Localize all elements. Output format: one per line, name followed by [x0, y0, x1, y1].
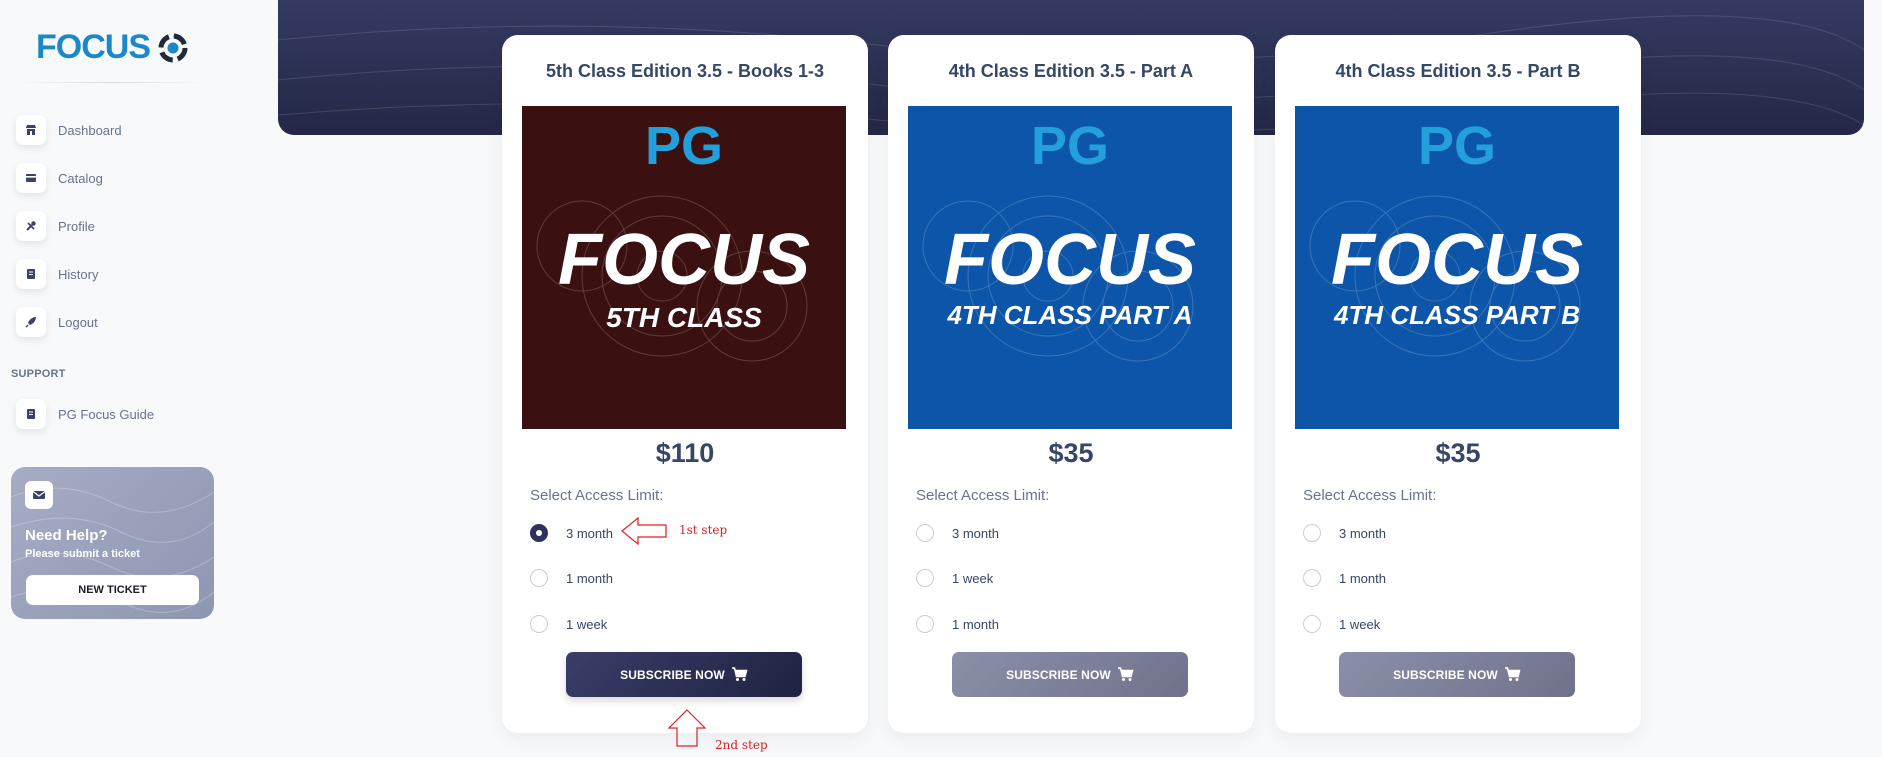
- tools-icon: [16, 211, 46, 241]
- need-help-card: Need Help? Please submit a ticket NEW TI…: [11, 467, 214, 619]
- sidebar-item-label: History: [58, 266, 99, 282]
- cover-art: PG FOCUS 4TH CLASS PART A: [908, 106, 1232, 429]
- button-label: SUBSCRIBE NOW: [1006, 667, 1111, 682]
- credit-card-icon: [16, 163, 46, 193]
- button-label: SUBSCRIBE NOW: [1393, 667, 1498, 682]
- option-label: 3 month: [1339, 525, 1386, 541]
- rocket-icon: [16, 307, 46, 337]
- subscribe-now-button[interactable]: SUBSCRIBE NOW: [1339, 652, 1575, 697]
- product-card-4th-class-part-b: 4th Class Edition 3.5 - Part B PG FOCUS …: [1275, 35, 1641, 733]
- price: $110: [655, 438, 715, 468]
- option-label: 1 month: [566, 570, 613, 586]
- radio-button[interactable]: [530, 569, 548, 587]
- annotation-step-2: 2nd step: [715, 738, 768, 752]
- document-icon: [16, 399, 46, 429]
- sidebar-item-dashboard[interactable]: Dashboard: [16, 106, 216, 154]
- price: $35: [1048, 438, 1094, 468]
- access-option-3-month[interactable]: 3 month: [916, 524, 999, 542]
- access-option-1-month[interactable]: 1 month: [1303, 569, 1386, 587]
- envelope-icon: [25, 481, 53, 509]
- cover-line: 4TH CLASS PART B: [1333, 300, 1580, 330]
- sidebar-nav: Dashboard Catalog Profile History Logout: [16, 106, 216, 346]
- access-option-1-week[interactable]: 1 week: [530, 615, 607, 633]
- cart-icon: [1117, 667, 1134, 681]
- cover-word: FOCUS: [944, 220, 1196, 300]
- access-option-3-month[interactable]: 3 month: [530, 524, 613, 542]
- access-option-1-month[interactable]: 1 month: [916, 615, 999, 633]
- sidebar-item-label: PG Focus Guide: [58, 406, 155, 422]
- option-label: 3 month: [952, 525, 999, 541]
- help-subtitle: Please submit a ticket: [25, 548, 140, 560]
- focus-logo-icon: [158, 33, 188, 62]
- option-label: 1 week: [566, 616, 608, 632]
- option-label: 1 week: [1339, 616, 1381, 632]
- cover-line: 4TH CLASS PART A: [946, 300, 1192, 330]
- product-cover-image[interactable]: PG FOCUS 5TH CLASS: [522, 106, 846, 429]
- card-title: 5th Class Edition 3.5 - Books 1-3: [545, 61, 825, 81]
- left-arrow-annotation-icon: [621, 516, 667, 546]
- price: $35: [1435, 438, 1481, 468]
- cover-line: 5TH CLASS: [606, 302, 762, 333]
- access-limit-label: Select Access Limit:: [916, 487, 1050, 504]
- access-option-1-week[interactable]: 1 week: [916, 569, 993, 587]
- product-card-5th-class: 5th Class Edition 3.5 - Books 1-3 PG FOC…: [502, 35, 868, 733]
- product-cover-image[interactable]: PG FOCUS 4TH CLASS PART B: [1295, 106, 1619, 429]
- radio-button[interactable]: [916, 569, 934, 587]
- radio-button[interactable]: [916, 615, 934, 633]
- pg-logo-icon: PG: [1031, 116, 1109, 176]
- product-cover-image[interactable]: PG FOCUS 4TH CLASS PART A: [908, 106, 1232, 429]
- sidebar-item-profile[interactable]: Profile: [16, 202, 216, 250]
- radio-button[interactable]: [916, 524, 934, 542]
- document-icon: [16, 259, 46, 289]
- option-label: 1 week: [952, 570, 994, 586]
- product-card-4th-class-part-a: 4th Class Edition 3.5 - Part A PG FOCUS …: [888, 35, 1254, 733]
- pg-logo-icon: PG: [1418, 116, 1496, 176]
- subscribe-now-button[interactable]: SUBSCRIBE NOW: [952, 652, 1188, 697]
- sidebar-item-catalog[interactable]: Catalog: [16, 154, 216, 202]
- card-title: 4th Class Edition 3.5 - Part B: [1335, 61, 1581, 81]
- sidebar-item-label: Logout: [58, 314, 98, 330]
- up-arrow-annotation-icon: [667, 709, 707, 747]
- card-title: 4th Class Edition 3.5 - Part A: [948, 61, 1194, 81]
- sidebar-item-history[interactable]: History: [16, 250, 216, 298]
- radio-button[interactable]: [530, 524, 548, 542]
- radio-button[interactable]: [1303, 569, 1321, 587]
- cover-word: FOCUS: [558, 220, 810, 300]
- logo-divider: [16, 82, 206, 83]
- logo-text: FOCUS: [36, 28, 151, 66]
- support-section-title: SUPPORT: [11, 368, 66, 380]
- sidebar-item-label: Catalog: [58, 170, 103, 186]
- cover-word: FOCUS: [1331, 220, 1583, 300]
- cover-art: PG FOCUS 5TH CLASS: [522, 106, 846, 429]
- access-option-1-month[interactable]: 1 month: [530, 569, 613, 587]
- access-limit-label: Select Access Limit:: [1303, 487, 1437, 504]
- access-option-3-month[interactable]: 3 month: [1303, 524, 1386, 542]
- new-ticket-button[interactable]: NEW TICKET: [26, 575, 199, 605]
- access-limit-label: Select Access Limit:: [530, 487, 664, 504]
- help-title: Need Help?: [25, 527, 108, 544]
- pg-logo-icon: PG: [645, 116, 723, 176]
- cart-icon: [1504, 667, 1521, 681]
- cart-icon: [731, 667, 748, 681]
- sidebar-item-label: Profile: [58, 218, 95, 234]
- access-option-1-week[interactable]: 1 week: [1303, 615, 1380, 633]
- option-label: 3 month: [566, 525, 613, 541]
- shop-icon: [16, 115, 46, 145]
- annotation-step-1: 1st step: [679, 523, 728, 537]
- radio-button[interactable]: [1303, 615, 1321, 633]
- sidebar-item-pg-focus-guide[interactable]: PG Focus Guide: [16, 390, 216, 438]
- option-label: 1 month: [952, 616, 999, 632]
- option-label: 1 month: [1339, 570, 1386, 586]
- cover-art: PG FOCUS 4TH CLASS PART B: [1295, 106, 1619, 429]
- radio-button[interactable]: [530, 615, 548, 633]
- sidebar-item-logout[interactable]: Logout: [16, 298, 216, 346]
- support-nav: PG Focus Guide: [16, 390, 216, 438]
- button-label: SUBSCRIBE NOW: [620, 667, 725, 682]
- sidebar: FOCUS Dashboard Catalog Profile History …: [0, 0, 225, 757]
- subscribe-now-button[interactable]: SUBSCRIBE NOW: [566, 652, 802, 697]
- brand-logo[interactable]: FOCUS: [36, 28, 190, 67]
- sidebar-item-label: Dashboard: [58, 122, 122, 138]
- radio-button[interactable]: [1303, 524, 1321, 542]
